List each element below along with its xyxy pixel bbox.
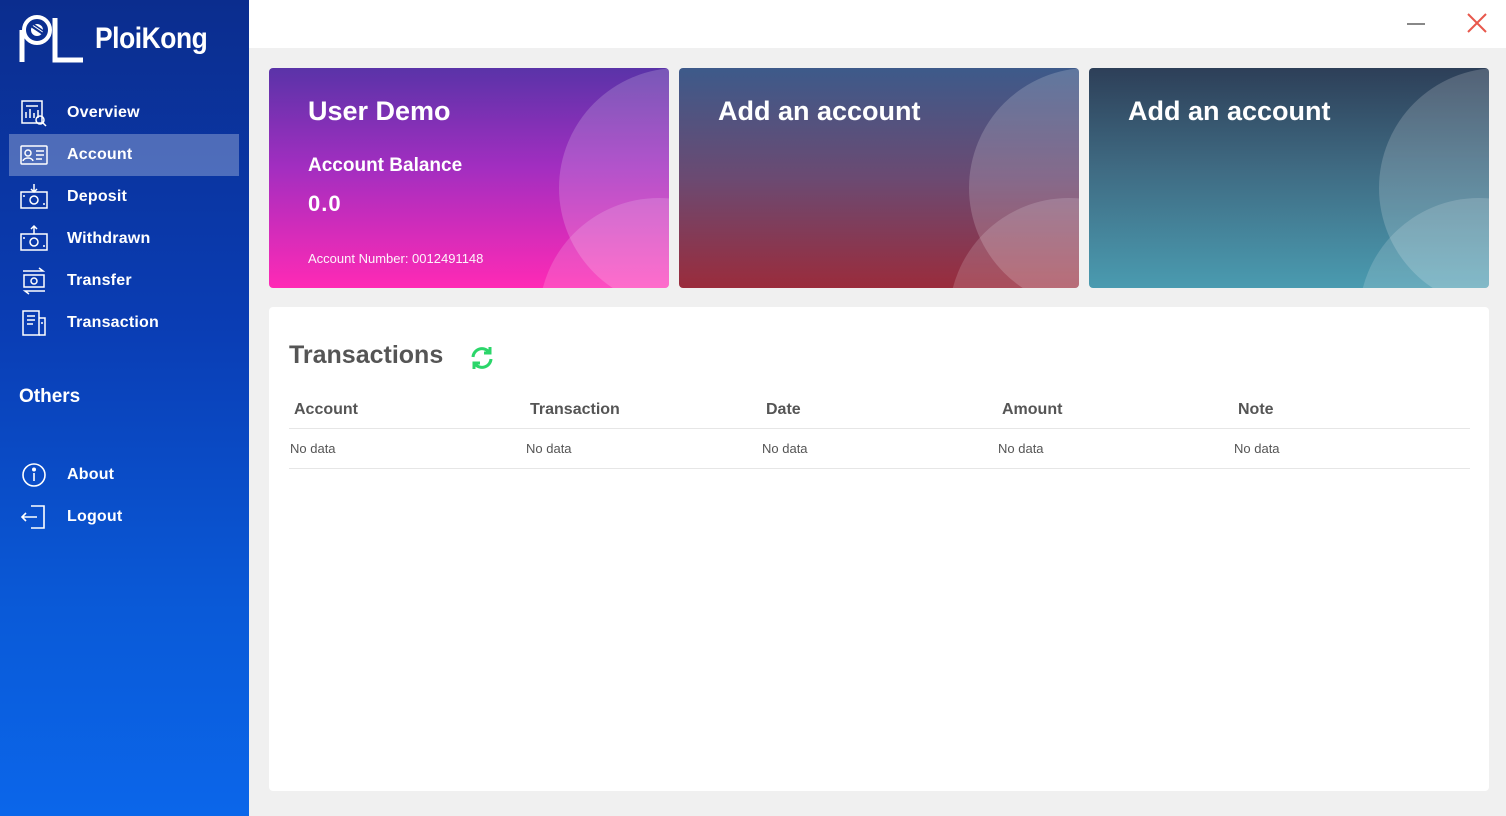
column-header-amount[interactable]: Amount bbox=[997, 401, 1233, 419]
transaction-icon bbox=[19, 308, 49, 338]
table-cell: No data bbox=[762, 441, 808, 456]
sidebar-item-account[interactable]: Account bbox=[9, 134, 239, 176]
sidebar-item-deposit[interactable]: Deposit bbox=[9, 176, 239, 218]
sidebar: PloiKong Overview Account Deposit Withdr… bbox=[0, 0, 249, 816]
table-cell: No data bbox=[998, 441, 1044, 456]
table-cell: No data bbox=[290, 441, 336, 456]
withdraw-icon bbox=[19, 224, 49, 254]
logout-icon bbox=[19, 502, 49, 532]
column-header-transaction[interactable]: Transaction bbox=[525, 401, 761, 419]
close-icon[interactable] bbox=[1464, 10, 1490, 36]
table-cell: No data bbox=[526, 441, 572, 456]
column-header-account[interactable]: Account bbox=[289, 401, 525, 419]
table-row[interactable]: No data No data No data No data No data bbox=[289, 429, 1470, 469]
sidebar-others-nav: About Logout bbox=[9, 454, 239, 538]
transactions-title: Transactions bbox=[289, 341, 444, 369]
deposit-icon bbox=[19, 182, 49, 212]
sidebar-item-label: About bbox=[67, 466, 115, 483]
app-logo: PloiKong bbox=[17, 12, 223, 66]
add-account-card[interactable]: Add an account bbox=[679, 68, 1079, 288]
sidebar-item-label: Overview bbox=[67, 104, 140, 121]
sidebar-item-label: Transfer bbox=[67, 272, 132, 289]
transactions-table: Account Transaction Date Amount Note No … bbox=[289, 391, 1470, 469]
table-cell: No data bbox=[1234, 441, 1280, 456]
sidebar-item-logout[interactable]: Logout bbox=[9, 496, 239, 538]
balance-label: Account Balance bbox=[308, 155, 463, 176]
card-title: Add an account bbox=[718, 96, 921, 126]
card-decoration bbox=[949, 198, 1079, 288]
table-header: Account Transaction Date Amount Note bbox=[289, 391, 1470, 429]
app-name: PloiKong bbox=[95, 22, 208, 55]
sidebar-item-transaction[interactable]: Transaction bbox=[9, 302, 239, 344]
sidebar-item-overview[interactable]: Overview bbox=[9, 92, 239, 134]
sidebar-item-label: Transaction bbox=[67, 314, 160, 331]
add-account-card[interactable]: Add an account bbox=[1089, 68, 1489, 288]
balance-value: 0.0 bbox=[308, 191, 342, 216]
column-header-date[interactable]: Date bbox=[761, 401, 997, 419]
minimize-icon[interactable] bbox=[1404, 12, 1428, 36]
title-bar bbox=[249, 0, 1506, 48]
transfer-icon bbox=[19, 266, 49, 296]
sidebar-item-withdrawn[interactable]: Withdrawn bbox=[9, 218, 239, 260]
transactions-panel: Transactions Account Transaction Date Am… bbox=[269, 307, 1489, 791]
card-decoration bbox=[539, 198, 669, 288]
card-title: User Demo bbox=[308, 96, 451, 126]
account-number: Account Number: 0012491148 bbox=[308, 251, 484, 266]
sidebar-item-label: Withdrawn bbox=[67, 230, 151, 247]
sidebar-item-label: Account bbox=[67, 146, 133, 163]
refresh-icon[interactable] bbox=[469, 345, 495, 371]
card-decoration bbox=[1359, 198, 1489, 288]
column-header-note[interactable]: Note bbox=[1233, 401, 1469, 419]
overview-icon bbox=[19, 98, 49, 128]
sidebar-nav: Overview Account Deposit Withdrawn Trans… bbox=[9, 92, 239, 344]
others-section-title: Others bbox=[19, 386, 81, 407]
account-card-user-demo[interactable]: User Demo Account Balance 0.0 Account Nu… bbox=[269, 68, 669, 288]
sidebar-item-label: Deposit bbox=[67, 188, 128, 205]
sidebar-item-about[interactable]: About bbox=[9, 454, 239, 496]
ploikong-logo-icon bbox=[19, 15, 83, 63]
info-icon bbox=[19, 460, 49, 490]
sidebar-item-label: Logout bbox=[67, 508, 123, 525]
sidebar-item-transfer[interactable]: Transfer bbox=[9, 260, 239, 302]
account-card-icon bbox=[19, 140, 49, 170]
card-title: Add an account bbox=[1128, 96, 1331, 126]
